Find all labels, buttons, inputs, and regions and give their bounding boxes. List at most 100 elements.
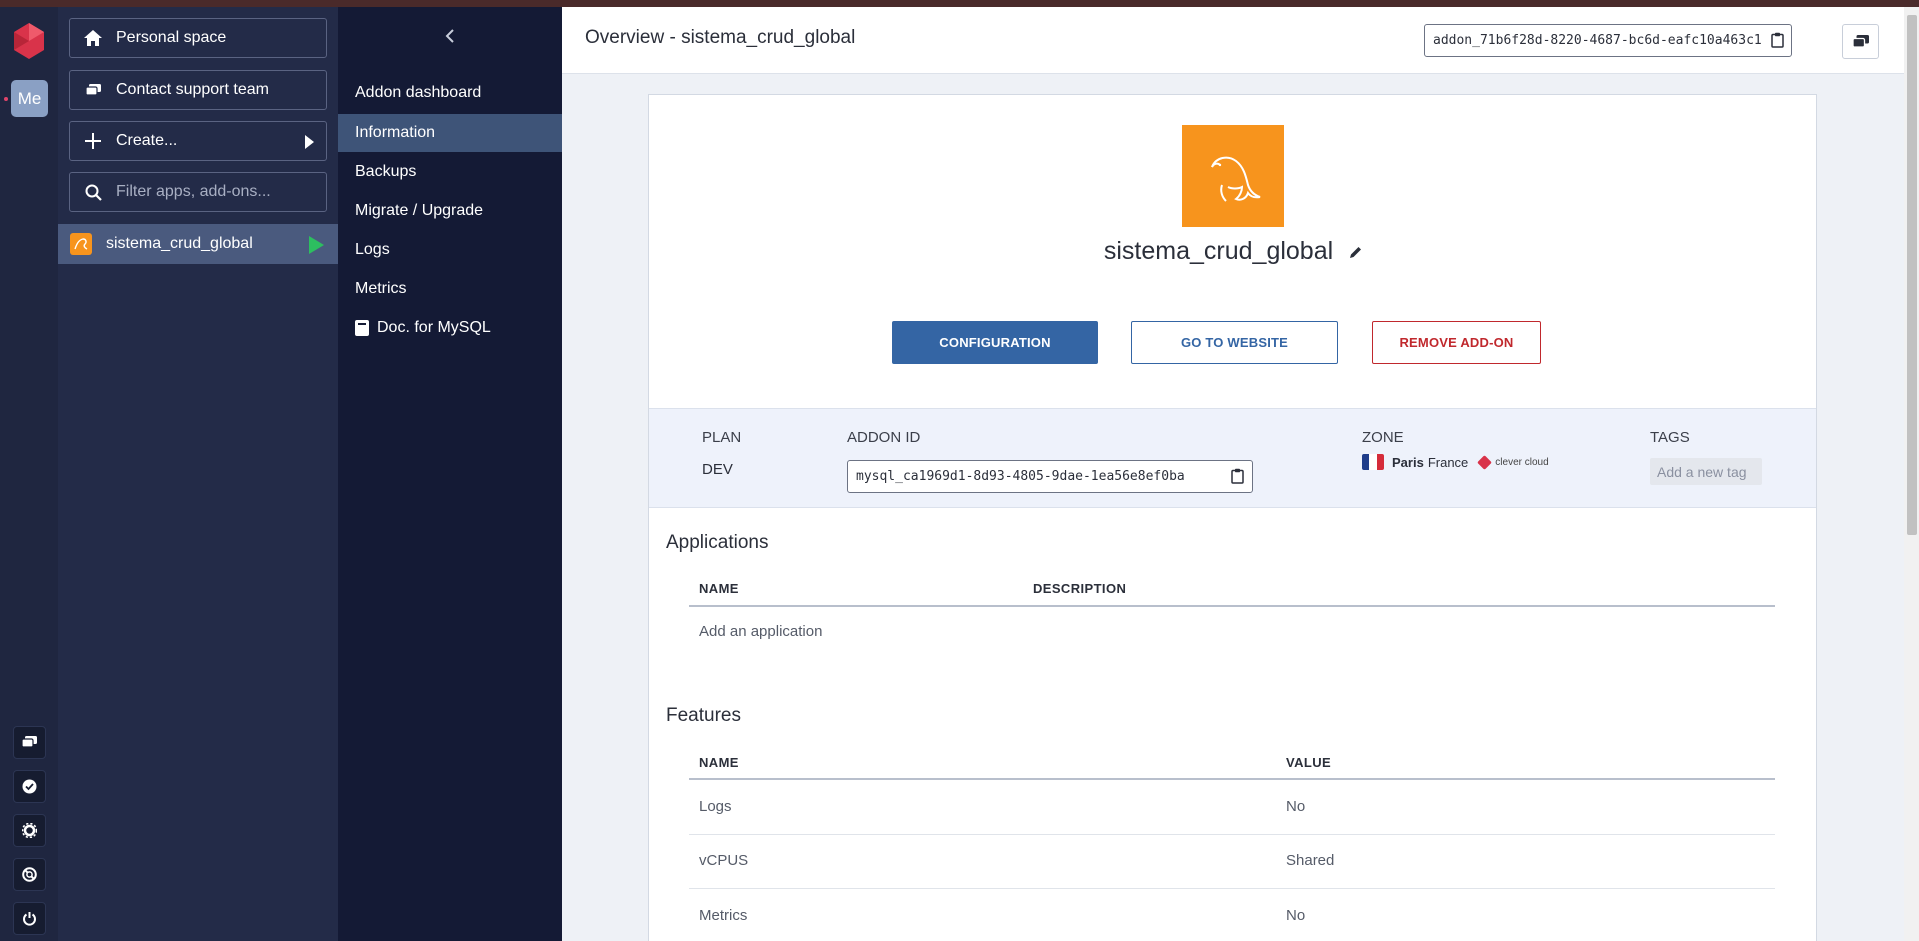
- mysql-logo: [1182, 125, 1284, 227]
- chat-button[interactable]: [13, 726, 46, 759]
- menu-item-information[interactable]: Information: [338, 114, 562, 152]
- zone-value: Paris France clever cloud: [1362, 454, 1549, 470]
- plus-icon: [82, 133, 104, 149]
- addon-id-field[interactable]: mysql_ca1969d1-8d93-4805-9dae-1ea56e8ef0…: [847, 460, 1253, 493]
- france-flag-icon: [1362, 454, 1384, 470]
- plan-value: DEV: [702, 461, 733, 478]
- features-title: Features: [666, 705, 741, 726]
- menu-item-label: Logs: [355, 241, 390, 258]
- column-header-description: DESCRIPTION: [1033, 581, 1127, 596]
- addon-id-label: ADDON ID: [847, 429, 921, 446]
- selected-app-label: sistema_crud_global: [106, 235, 253, 252]
- menu-item-label: Information: [355, 124, 436, 141]
- menu-item-backups[interactable]: Backups: [338, 153, 562, 191]
- scrollbar-thumb[interactable]: [1907, 15, 1917, 535]
- table-header-divider: [689, 778, 1775, 780]
- power-icon: [23, 912, 36, 926]
- create-button[interactable]: Create...: [69, 121, 327, 161]
- zone-country: France: [1427, 454, 1469, 470]
- me-avatar-button[interactable]: Me: [11, 80, 48, 117]
- header-chat-button[interactable]: [1842, 24, 1879, 59]
- tags-label: TAGS: [1650, 429, 1690, 446]
- add-tag-placeholder: Add a new tag: [1657, 463, 1747, 480]
- clipboard-icon[interactable]: [1231, 468, 1244, 488]
- table-row-divider: [689, 888, 1775, 889]
- book-icon: [355, 320, 369, 336]
- header-addon-id-field[interactable]: addon_71b6f28d-8220-4687-bc6d-eafc10a463…: [1424, 24, 1792, 57]
- plan-label: PLAN: [702, 429, 742, 446]
- header-addon-id-value: addon_71b6f28d-8220-4687-bc6d-eafc10a463…: [1433, 33, 1762, 48]
- caret-right-icon: [305, 135, 314, 149]
- mysql-dolphin-icon: [1211, 156, 1261, 202]
- remove-addon-button[interactable]: REMOVE ADD-ON: [1372, 321, 1541, 364]
- go-to-website-button[interactable]: GO TO WEBSITE: [1131, 321, 1338, 364]
- menu-item-logs[interactable]: Logs: [338, 231, 562, 269]
- icon-rail: Me: [0, 0, 58, 941]
- provider-name: clever cloud: [1495, 456, 1549, 468]
- menu-item-label: Metrics: [355, 280, 407, 297]
- applications-title: Applications: [666, 532, 769, 553]
- clever-cloud-cube-icon: [1477, 454, 1493, 470]
- add-application-link[interactable]: Add an application: [699, 623, 822, 640]
- filter-apps-placeholder: Filter apps, add-ons...: [116, 183, 271, 200]
- column-header-name: NAME: [699, 581, 739, 596]
- feature-value: No: [1286, 798, 1306, 815]
- contact-support-button[interactable]: Contact support team: [69, 70, 327, 110]
- menu-item-doc-mysql[interactable]: Doc. for MySQL: [338, 309, 562, 347]
- menu-item-label: Migrate / Upgrade: [355, 202, 484, 219]
- addon-id-value: mysql_ca1969d1-8d93-4805-9dae-1ea56e8ef0…: [856, 469, 1185, 484]
- help-button[interactable]: [13, 858, 46, 891]
- app-running-play-icon[interactable]: [309, 236, 324, 254]
- menu-item-label: Backups: [355, 163, 417, 180]
- provider-badge: clever cloud: [1477, 454, 1549, 470]
- logout-button[interactable]: [13, 902, 46, 935]
- pencil-icon[interactable]: [1348, 238, 1363, 267]
- gear-icon: [22, 823, 37, 838]
- chat-icon: [1852, 34, 1869, 48]
- feature-value: Shared: [1286, 852, 1335, 869]
- filter-apps-input[interactable]: Filter apps, add-ons...: [69, 172, 327, 212]
- addon-overview-card: sistema_crud_global CONFIGURATION GO TO …: [648, 94, 1817, 941]
- add-tag-input[interactable]: Add a new tag: [1650, 458, 1762, 485]
- menu-item-label: Addon dashboard: [355, 84, 482, 101]
- chat-icon: [22, 736, 37, 748]
- table-header-divider: [689, 605, 1775, 607]
- contact-support-label: Contact support team: [116, 81, 269, 98]
- table-row-divider: [689, 834, 1775, 835]
- feature-value: No: [1286, 907, 1306, 924]
- zone-city: Paris: [1392, 454, 1424, 470]
- menu-item-label: Doc. for MySQL: [377, 319, 491, 336]
- feature-name: Metrics: [699, 907, 748, 924]
- mysql-addon-icon: [70, 233, 92, 255]
- personal-space-label: Personal space: [116, 29, 227, 46]
- clever-cloud-logo-icon[interactable]: [12, 22, 46, 60]
- zone-label: ZONE: [1362, 429, 1404, 446]
- column-header-value: VALUE: [1286, 755, 1332, 770]
- page-scrollbar[interactable]: [1904, 7, 1919, 941]
- page-title: Overview - sistema_crud_global: [585, 27, 856, 48]
- clipboard-icon[interactable]: [1771, 32, 1784, 52]
- personal-space-button[interactable]: Personal space: [69, 18, 327, 58]
- chevron-left-icon: [445, 29, 454, 43]
- page-header: Overview - sistema_crud_global addon_71b…: [562, 7, 1919, 74]
- chat-icon: [82, 83, 104, 97]
- configuration-button[interactable]: CONFIGURATION: [892, 321, 1098, 364]
- search-icon: [82, 184, 104, 201]
- menu-item-migrate-upgrade[interactable]: Migrate / Upgrade: [338, 192, 562, 230]
- feature-name: Logs: [699, 798, 732, 815]
- addon-name: sistema_crud_global: [1103, 237, 1334, 265]
- app-item-sistema-crud-global[interactable]: sistema_crud_global: [58, 224, 338, 264]
- menu-item-metrics[interactable]: Metrics: [338, 270, 562, 308]
- check-circle-icon: [22, 779, 37, 794]
- menu-item-addon-dashboard[interactable]: Addon dashboard: [338, 74, 562, 112]
- column-header-name: NAME: [699, 755, 739, 770]
- lifebuoy-icon: [22, 867, 37, 882]
- status-button[interactable]: [13, 770, 46, 803]
- window-top-bar: [0, 0, 1919, 7]
- settings-button[interactable]: [13, 814, 46, 847]
- addon-info-band: PLAN DEV ADDON ID mysql_ca1969d1-8d93-48…: [649, 408, 1816, 508]
- collapse-menu-button[interactable]: [338, 18, 562, 54]
- home-icon: [82, 30, 104, 46]
- notification-dot: [4, 97, 8, 101]
- feature-name: vCPUS: [699, 852, 749, 869]
